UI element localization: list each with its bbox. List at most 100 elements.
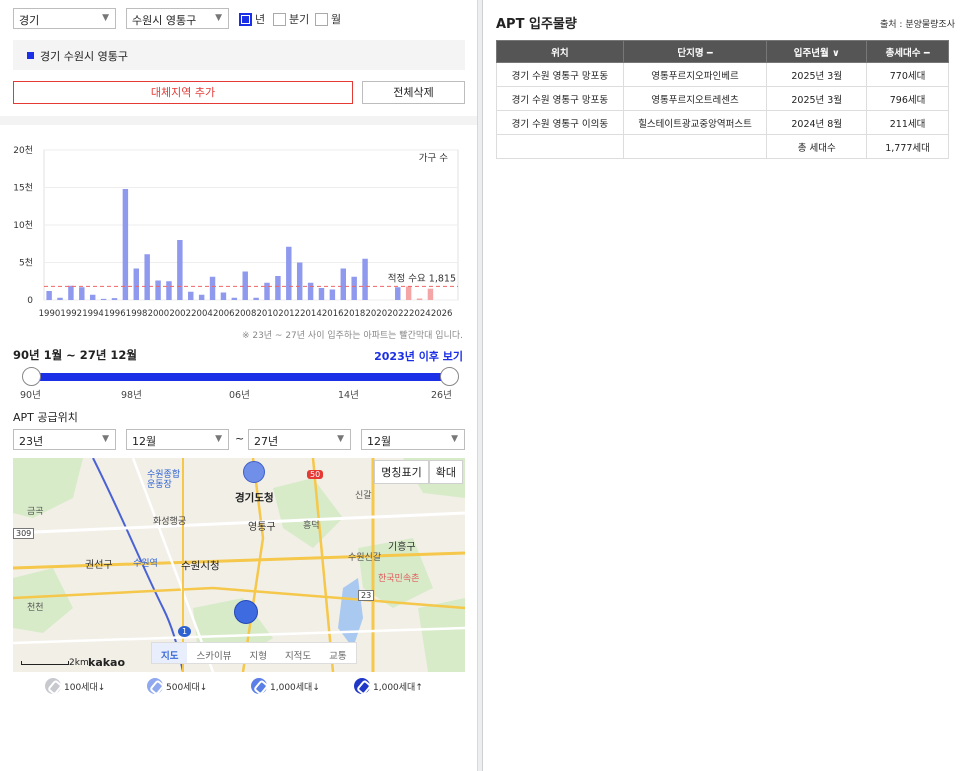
- to-year-select[interactable]: 27년 ▼: [248, 429, 351, 450]
- bar-2014[interactable]: [307, 282, 314, 300]
- slider-start-handle[interactable]: [22, 367, 41, 386]
- apt-marker-xlarge-icon: [354, 678, 370, 694]
- legend-label: 500세대↓: [166, 682, 208, 693]
- bar-2000[interactable]: [155, 280, 161, 301]
- road-shield: 50: [307, 470, 324, 479]
- bar-2005[interactable]: [209, 276, 216, 300]
- table-row[interactable]: 경기 수원 영통구 망포동 영통푸르지오파인베르 2025년 3월 770세대: [496, 62, 949, 87]
- bar-2025[interactable]: [427, 288, 434, 300]
- bar-2006[interactable]: [220, 292, 227, 301]
- period-quarter-label: 분기: [289, 13, 310, 26]
- period-slider-track[interactable]: [31, 373, 449, 381]
- table-row[interactable]: 경기 수원 영통구 망포동 영통푸르지오트레센츠 2025년 3월 796세대: [496, 86, 949, 111]
- bar-1996[interactable]: [111, 298, 118, 300]
- bar-2016[interactable]: [329, 289, 336, 301]
- cell-complex: 영통푸르지오트레센츠: [622, 86, 768, 111]
- zoom-button[interactable]: 확대: [428, 460, 463, 484]
- data-source: 출처 : 분양물량조사: [880, 20, 955, 30]
- map-tab-map[interactable]: 지도: [152, 643, 188, 663]
- bar-2010[interactable]: [264, 282, 270, 300]
- map-view[interactable]: 수원종합운동장 경기도청 화성행궁 영통구 권선구 수원역 수원시청 기흥구 한…: [13, 458, 465, 672]
- y-tick-label: 5천: [19, 258, 33, 269]
- bar-2007[interactable]: [231, 297, 238, 300]
- column-header-move-in[interactable]: 입주년월 ∨: [766, 40, 868, 63]
- period-year-checkbox[interactable]: 년: [239, 11, 265, 27]
- label-toggle-button[interactable]: 명칭표기: [374, 460, 429, 484]
- map-tab-cadastral[interactable]: 지적도: [276, 643, 320, 663]
- x-tick-label: 2020: [365, 309, 387, 319]
- x-tick-label: 2024: [409, 309, 431, 319]
- to-month-select[interactable]: 12월 ▼: [361, 429, 465, 450]
- map-tab-terrain[interactable]: 지형: [240, 643, 275, 663]
- column-header-units[interactable]: 총세대수 ━: [866, 40, 949, 63]
- column-header-complex[interactable]: 단지명 ━: [622, 40, 768, 63]
- bar-2011[interactable]: [275, 276, 281, 300]
- bar-2002[interactable]: [177, 240, 183, 300]
- province-value: 경기: [19, 14, 40, 27]
- map-label: 천천: [27, 603, 44, 613]
- legend-label: 100세대↓: [64, 682, 106, 693]
- delete-all-button[interactable]: 전체삭제: [362, 81, 465, 104]
- chevron-down-icon: ▼: [102, 434, 109, 444]
- cell-units: 211세대: [866, 110, 949, 135]
- bar-1994[interactable]: [89, 294, 96, 300]
- map-tab-skyview[interactable]: 스카이뷰: [187, 643, 240, 663]
- y-tick-label: 20천: [13, 145, 33, 156]
- supply-location-title: APT 공급위치: [13, 411, 78, 424]
- bar-2015[interactable]: [318, 288, 325, 300]
- slider-end-handle[interactable]: [440, 367, 459, 386]
- bar-2019[interactable]: [362, 258, 368, 300]
- city-value: 수원시 영통구: [132, 14, 197, 27]
- panel-divider[interactable]: [478, 0, 483, 771]
- kakao-logo: kakao: [88, 656, 126, 669]
- bar-1992[interactable]: [68, 285, 74, 300]
- selected-region-item[interactable]: 경기 수원시 영통구: [40, 48, 128, 64]
- bar-2024[interactable]: [416, 298, 423, 301]
- period-month-checkbox[interactable]: 월: [315, 11, 341, 27]
- bar-2012[interactable]: [286, 246, 292, 300]
- from-year-select[interactable]: 23년 ▼: [13, 429, 116, 450]
- table-row[interactable]: 경기 수원 영통구 이의동 힐스테이트광교중앙역퍼스트 2024년 8월 211…: [496, 110, 949, 135]
- apt-marker-icon[interactable]: [234, 600, 258, 624]
- x-tick-label: 2012: [278, 309, 300, 319]
- bar-2008[interactable]: [242, 271, 248, 301]
- road-shield: 23: [358, 590, 375, 601]
- left-panel: 경기 ▼ 수원시 영통구 ▼ 년 분기 월 경기 수원시 영통구 대체지역 추가…: [0, 0, 478, 771]
- map-label: 권선구: [85, 560, 113, 571]
- total-value: 1,777세대: [866, 134, 949, 159]
- bar-2001[interactable]: [166, 281, 172, 300]
- bar-2013[interactable]: [296, 262, 303, 301]
- from-month-select[interactable]: 12월 ▼: [126, 429, 229, 450]
- bar-2022[interactable]: [395, 287, 401, 300]
- bar-2023[interactable]: [405, 286, 412, 301]
- apt-marker-icon[interactable]: [243, 461, 265, 483]
- bar-2003[interactable]: [188, 291, 194, 300]
- province-select[interactable]: 경기 ▼: [13, 8, 116, 29]
- cell-location: 경기 수원 영통구 망포동: [496, 62, 624, 87]
- map-label: 수원신갈: [348, 553, 382, 563]
- map-label: 신갈: [355, 491, 372, 501]
- bar-1990[interactable]: [46, 291, 52, 300]
- bar-2004[interactable]: [198, 294, 205, 300]
- to-year-value: 27년: [254, 435, 279, 448]
- bar-1991[interactable]: [57, 297, 63, 300]
- from-month-value: 12월: [132, 435, 157, 448]
- bar-1998[interactable]: [133, 268, 140, 301]
- map-tab-traffic[interactable]: 교통: [320, 643, 355, 663]
- add-region-button[interactable]: 대체지역 추가: [13, 81, 353, 104]
- city-select[interactable]: 수원시 영통구 ▼: [126, 8, 229, 29]
- period-quarter-checkbox[interactable]: 분기: [273, 11, 309, 27]
- map-type-tabs: 지도 스카이뷰 지형 지적도 교통: [151, 642, 357, 664]
- bar-2018[interactable]: [351, 276, 357, 300]
- checkbox-checked-icon: [239, 12, 252, 26]
- cell-location: 경기 수원 영통구 이의동: [496, 110, 624, 135]
- bar-2017[interactable]: [340, 268, 347, 301]
- occupancy-table: 위치 단지명 ━ 입주년월 ∨ 총세대수 ━ 경기 수원 영통구 망포동 영통푸…: [496, 40, 949, 159]
- view-after-2023-link[interactable]: 2023년 이후 보기: [374, 348, 463, 364]
- bar-1993[interactable]: [79, 287, 85, 300]
- x-tick-label: 2006: [213, 309, 235, 319]
- bar-1995[interactable]: [100, 298, 107, 300]
- bar-1997[interactable]: [122, 189, 129, 300]
- bar-1999[interactable]: [144, 254, 150, 300]
- bar-2009[interactable]: [253, 297, 259, 300]
